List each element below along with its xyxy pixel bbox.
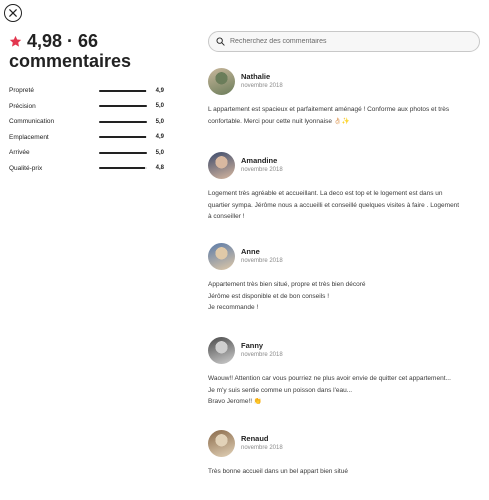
review-item: Nathalie novembre 2018 L appartement est s… [208, 67, 480, 127]
review-text-line: Appartement très bien situé, propre et t… [208, 281, 366, 288]
category-bar-fill [99, 136, 147, 139]
review-text: Logement très agréable et accueillant. L… [208, 188, 480, 223]
review-meta: Amandine novembre 2018 [241, 156, 283, 175]
review-text: Waouw!! Attention car vous pourriez ne p… [208, 373, 480, 408]
review-text-line: Je recommande ! [208, 304, 259, 311]
overall-rating: 4,98 · 66 [27, 31, 99, 51]
review-meta: Fanny novembre 2018 [241, 341, 283, 360]
category-bar [99, 120, 147, 123]
category-bar-fill [99, 120, 147, 123]
review-meta: Renaud novembre 2018 [241, 434, 283, 453]
category-bar-fill [99, 89, 147, 92]
category-ratings: Propreté 4,9 Précision 5,0 Communication 5,0 E… [9, 83, 164, 176]
avatar[interactable] [208, 242, 235, 270]
category-row: Emplacement 4,9 [9, 130, 164, 146]
avatar[interactable] [208, 151, 235, 179]
category-label: Qualité-prix [9, 164, 43, 172]
close-icon [9, 9, 17, 17]
reviewer-name: Nathalie [241, 71, 271, 81]
category-label: Précision [9, 102, 36, 110]
review-date: novembre 2018 [241, 82, 283, 89]
category-value: 4,8 [155, 165, 164, 172]
review-header: Amandine novembre 2018 [208, 151, 480, 179]
rating-summary: 4,98 · 66 commentaires Propreté 4,9 Précis… [9, 31, 164, 176]
category-label: Arrivée [9, 149, 30, 157]
review-text-line: L appartement est spacieux et parfaiteme… [208, 106, 450, 113]
category-row: Arrivée 5,0 [9, 145, 164, 161]
category-value: 4,9 [155, 87, 164, 94]
category-label: Communication [9, 118, 55, 126]
review-date: novembre 2018 [241, 257, 283, 264]
category-bar-fill [99, 167, 146, 170]
category-bar-fill [99, 105, 147, 108]
review-text-line: Waouw!! Attention car vous pourriez ne p… [208, 375, 451, 382]
avatar[interactable] [208, 429, 235, 457]
category-value: 5,0 [155, 103, 164, 110]
review-header: Anne novembre 2018 [208, 242, 480, 270]
review-item: Amandine novembre 2018 Logement très agréa… [208, 151, 480, 223]
category-value: 5,0 [155, 149, 164, 156]
category-label: Propreté [9, 87, 34, 95]
category-row: Qualité-prix 4,8 [9, 161, 164, 177]
review-text-line: Très bonne accueil dans un bel appart bi… [208, 468, 348, 475]
review-text-line: Bravo Jerome!! 👏 [208, 398, 262, 405]
reviewer-name: Fanny [241, 340, 264, 350]
category-bar-fill [99, 151, 147, 154]
reviews-count-label: commentaires [9, 51, 132, 71]
reviewer-name: Anne [241, 246, 260, 256]
review-text-line: quartier sympa. Jérôme nous a accueilli … [208, 201, 460, 209]
reviewer-name: Renaud [241, 433, 269, 443]
review-text: L appartement est spacieux et parfaiteme… [208, 104, 480, 127]
review-meta: Anne novembre 2018 [241, 247, 283, 266]
search-icon [216, 37, 225, 46]
review-text-line: Logement très agréable et accueillant. L… [208, 190, 443, 197]
review-header: Nathalie novembre 2018 [208, 67, 480, 95]
search-box[interactable] [208, 31, 480, 52]
category-label: Emplacement [9, 133, 49, 141]
review-date: novembre 2018 [241, 166, 283, 173]
category-row: Précision 5,0 [9, 99, 164, 115]
category-value: 4,9 [155, 134, 164, 141]
category-bar [99, 136, 147, 139]
category-bar [99, 89, 147, 92]
category-bar [99, 105, 147, 108]
category-value: 5,0 [155, 118, 164, 125]
review-date: novembre 2018 [241, 444, 283, 451]
review-text-line: Je m'y suis sentie comme un poisson dans… [208, 386, 353, 394]
review-item: Anne novembre 2018 Appartement très bien s… [208, 242, 480, 314]
star-icon [9, 35, 22, 47]
review-item: Fanny novembre 2018 Waouw!! Attention car … [208, 336, 480, 408]
search-input[interactable] [230, 38, 470, 45]
review-header: Renaud novembre 2018 [208, 429, 480, 457]
close-button[interactable] [4, 4, 22, 22]
category-row: Communication 5,0 [9, 114, 164, 130]
review-header: Fanny novembre 2018 [208, 336, 480, 364]
review-item: Renaud novembre 2018 Très bonne accueil da… [208, 429, 480, 478]
category-bar [99, 151, 147, 154]
category-bar [99, 167, 147, 170]
review-text: Très bonne accueil dans un bel appart bi… [208, 466, 480, 478]
reviewer-name: Amandine [241, 155, 278, 165]
review-date: novembre 2018 [241, 351, 283, 358]
review-text-line: confortable. Merci pour cette nuit lyonn… [208, 117, 350, 125]
avatar[interactable] [208, 336, 235, 364]
review-text-line: Jérôme est disponible et de bon conseils… [208, 292, 330, 300]
review-text: Appartement très bien situé, propre et t… [208, 279, 480, 314]
review-meta: Nathalie novembre 2018 [241, 72, 283, 91]
review-text-line: à conseiller ! [208, 213, 245, 220]
avatar[interactable] [208, 67, 235, 95]
rating-heading: 4,98 · 66 [9, 31, 164, 51]
category-row: Propreté 4,9 [9, 83, 164, 99]
